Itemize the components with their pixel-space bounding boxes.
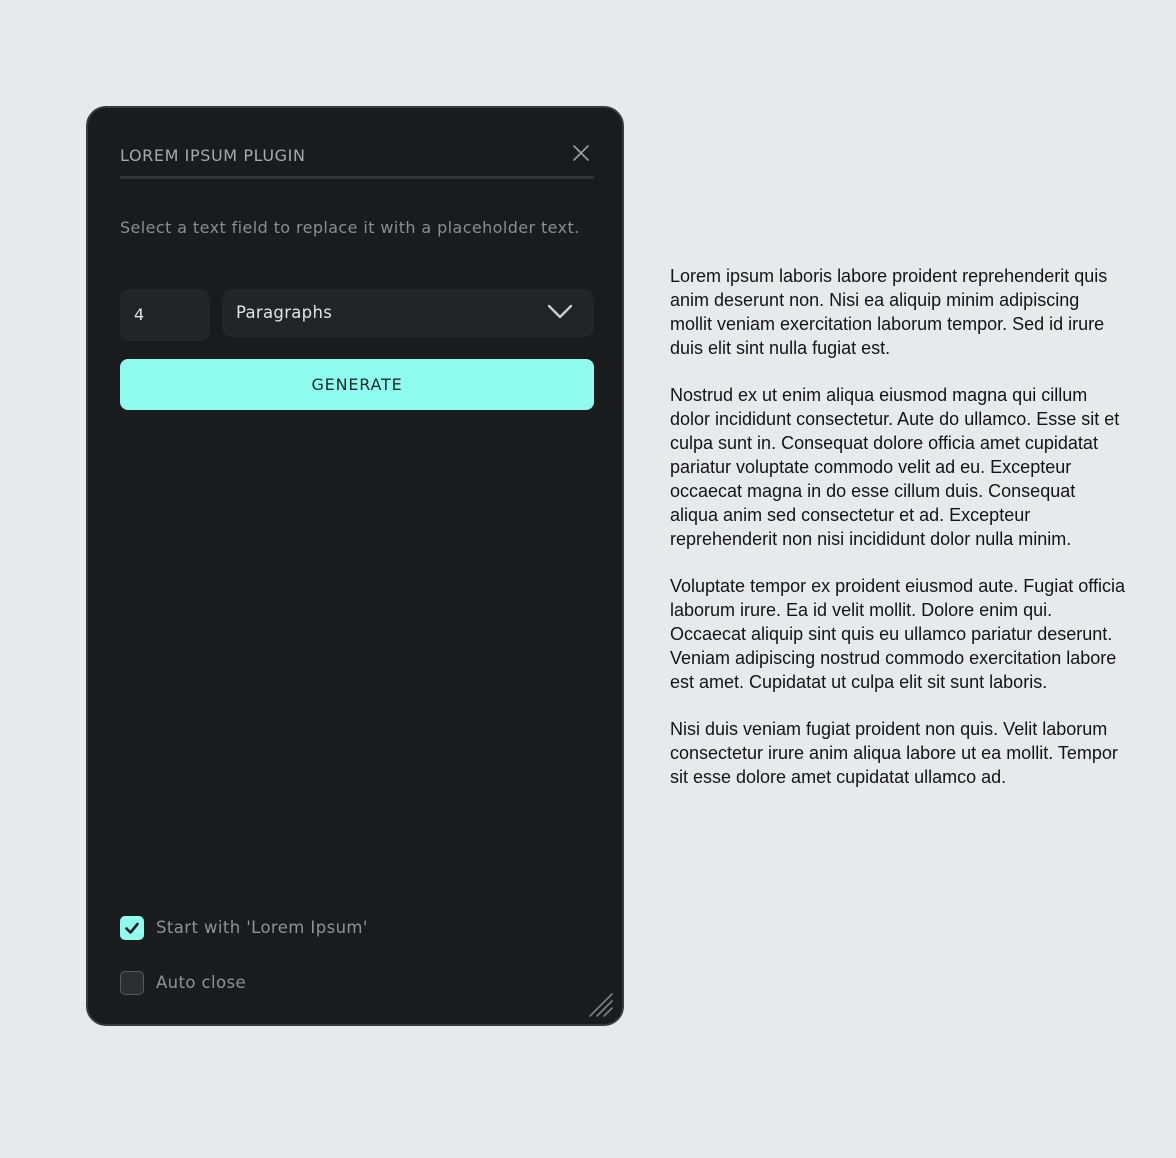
count-input[interactable]: 4 bbox=[120, 289, 210, 341]
lorem-preview-text: Lorem ipsum laboris labore proident repr… bbox=[670, 264, 1126, 812]
chevron-down-icon bbox=[547, 304, 573, 319]
preview-paragraph: Voluptate tempor ex proident eiusmod aut… bbox=[670, 576, 1125, 692]
preview-paragraph: Lorem ipsum laboris labore proident repr… bbox=[670, 266, 1108, 358]
unit-dropdown[interactable]: Paragraphs bbox=[222, 289, 594, 337]
start-with-lorem-label: Start with 'Lorem Ipsum' bbox=[156, 918, 368, 937]
panel-title: LOREM IPSUM PLUGIN bbox=[120, 146, 306, 165]
resize-handle-icon[interactable] bbox=[588, 992, 614, 1018]
instruction-text: Select a text field to replace it with a… bbox=[120, 218, 580, 237]
panel-header: LOREM IPSUM PLUGIN bbox=[120, 144, 594, 179]
checkbox-unchecked[interactable] bbox=[120, 971, 144, 995]
checkmark-icon bbox=[125, 922, 139, 934]
plugin-panel: LOREM IPSUM PLUGIN Select a text field t… bbox=[86, 106, 624, 1026]
preview-paragraph: Nisi duis veniam fugiat proident non qui… bbox=[670, 719, 1118, 787]
generate-button[interactable]: GENERATE bbox=[120, 359, 594, 410]
preview-paragraph: Nostrud ex ut enim aliqua eiusmod magna … bbox=[670, 385, 1120, 549]
unit-selected-label: Paragraphs bbox=[236, 303, 333, 322]
checkbox-checked[interactable] bbox=[120, 916, 144, 940]
close-icon[interactable] bbox=[570, 142, 592, 164]
auto-close-label: Auto close bbox=[156, 973, 247, 992]
